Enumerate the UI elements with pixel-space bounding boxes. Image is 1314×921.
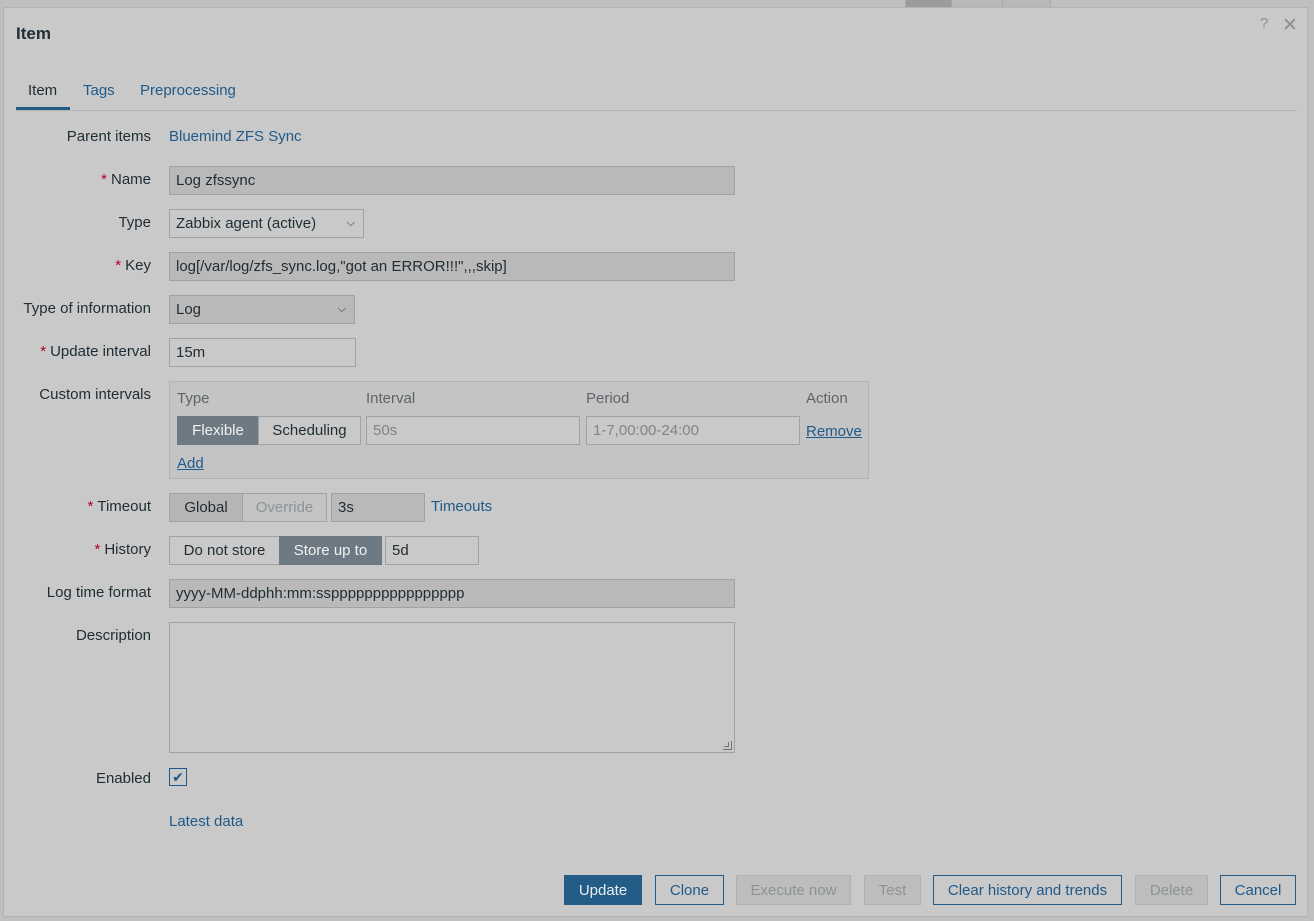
- flexible-toggle[interactable]: Flexible: [177, 416, 259, 445]
- tab-preprocessing[interactable]: Preprocessing: [140, 82, 236, 99]
- scheduling-toggle[interactable]: Scheduling: [258, 416, 361, 445]
- delete-button[interactable]: Delete: [1135, 875, 1208, 905]
- enabled-label: Enabled: [95, 770, 151, 787]
- history-do-not-store-toggle[interactable]: Do not store: [169, 536, 280, 565]
- latest-data-link[interactable]: Latest data: [169, 813, 243, 830]
- help-icon[interactable]: ?: [1260, 15, 1268, 32]
- period-input[interactable]: 1-7,00:00-24:00: [586, 416, 800, 445]
- custom-intervals-table: Type Interval Period Action Flexible Sch…: [169, 381, 869, 479]
- close-icon[interactable]: ✕: [1282, 14, 1298, 37]
- type-of-information-label: Type of information: [23, 300, 151, 317]
- timeouts-link[interactable]: Timeouts: [431, 498, 492, 515]
- parent-items-label: Parent items: [66, 128, 151, 145]
- name-input[interactable]: Log zfssync: [169, 166, 735, 195]
- type-label: Type: [118, 214, 151, 231]
- clear-history-button[interactable]: Clear history and trends: [933, 875, 1122, 905]
- update-interval-label: * Update interval: [40, 343, 151, 360]
- ci-header-interval: Interval: [366, 390, 416, 407]
- history-input[interactable]: 5d: [385, 536, 479, 565]
- log-time-format-input[interactable]: yyyy-MM-ddphh:mm:sspppppppppppppppp: [169, 579, 735, 608]
- item-dialog: Item ? ✕ Item Tags Preprocessing Parent …: [3, 7, 1308, 917]
- ci-header-type: Type: [177, 390, 210, 407]
- name-label: * Name: [101, 171, 151, 188]
- active-tab-indicator: [16, 107, 70, 110]
- test-button[interactable]: Test: [864, 875, 921, 905]
- history-label: * History: [94, 541, 151, 558]
- log-time-format-label: Log time format: [46, 584, 151, 601]
- update-button[interactable]: Update: [564, 875, 642, 905]
- type-of-information-select[interactable]: Log ⌵: [169, 295, 355, 324]
- clone-button[interactable]: Clone: [655, 875, 724, 905]
- cancel-button[interactable]: Cancel: [1220, 875, 1296, 905]
- key-input[interactable]: log[/var/log/zfs_sync.log,"got an ERROR!…: [169, 252, 735, 281]
- checkmark-icon: ✔: [172, 768, 184, 785]
- custom-intervals-label: Custom intervals: [39, 386, 151, 403]
- enabled-checkbox[interactable]: ✔: [169, 768, 187, 786]
- resize-handle-icon[interactable]: [723, 741, 732, 750]
- add-interval-link[interactable]: Add: [177, 455, 204, 472]
- timeout-label: * Timeout: [87, 498, 151, 515]
- chevron-down-icon: ⌵: [346, 217, 355, 229]
- ci-header-action: Action: [806, 390, 848, 407]
- history-store-up-to-toggle[interactable]: Store up to: [279, 536, 382, 565]
- remove-interval-link[interactable]: Remove: [806, 423, 862, 440]
- timeout-override-toggle[interactable]: Override: [242, 493, 327, 522]
- description-label: Description: [75, 627, 151, 644]
- dialog-title: Item: [16, 24, 51, 43]
- tab-bar: Item Tags Preprocessing: [16, 78, 1297, 111]
- chevron-down-icon: ⌵: [337, 303, 346, 315]
- parent-item-link[interactable]: Bluemind ZFS Sync: [169, 128, 302, 145]
- tab-item[interactable]: Item: [28, 82, 57, 99]
- tab-tags[interactable]: Tags: [83, 82, 115, 99]
- execute-now-button[interactable]: Execute now: [736, 875, 851, 905]
- interval-input[interactable]: 50s: [366, 416, 580, 445]
- ci-header-period: Period: [586, 390, 630, 407]
- update-interval-input[interactable]: 15m: [169, 338, 356, 367]
- type-select[interactable]: Zabbix agent (active) ⌵: [169, 209, 364, 238]
- timeout-input[interactable]: 3s: [331, 493, 425, 522]
- description-textarea[interactable]: [169, 622, 735, 753]
- timeout-global-toggle[interactable]: Global: [169, 493, 243, 522]
- key-label: * Key: [115, 257, 151, 274]
